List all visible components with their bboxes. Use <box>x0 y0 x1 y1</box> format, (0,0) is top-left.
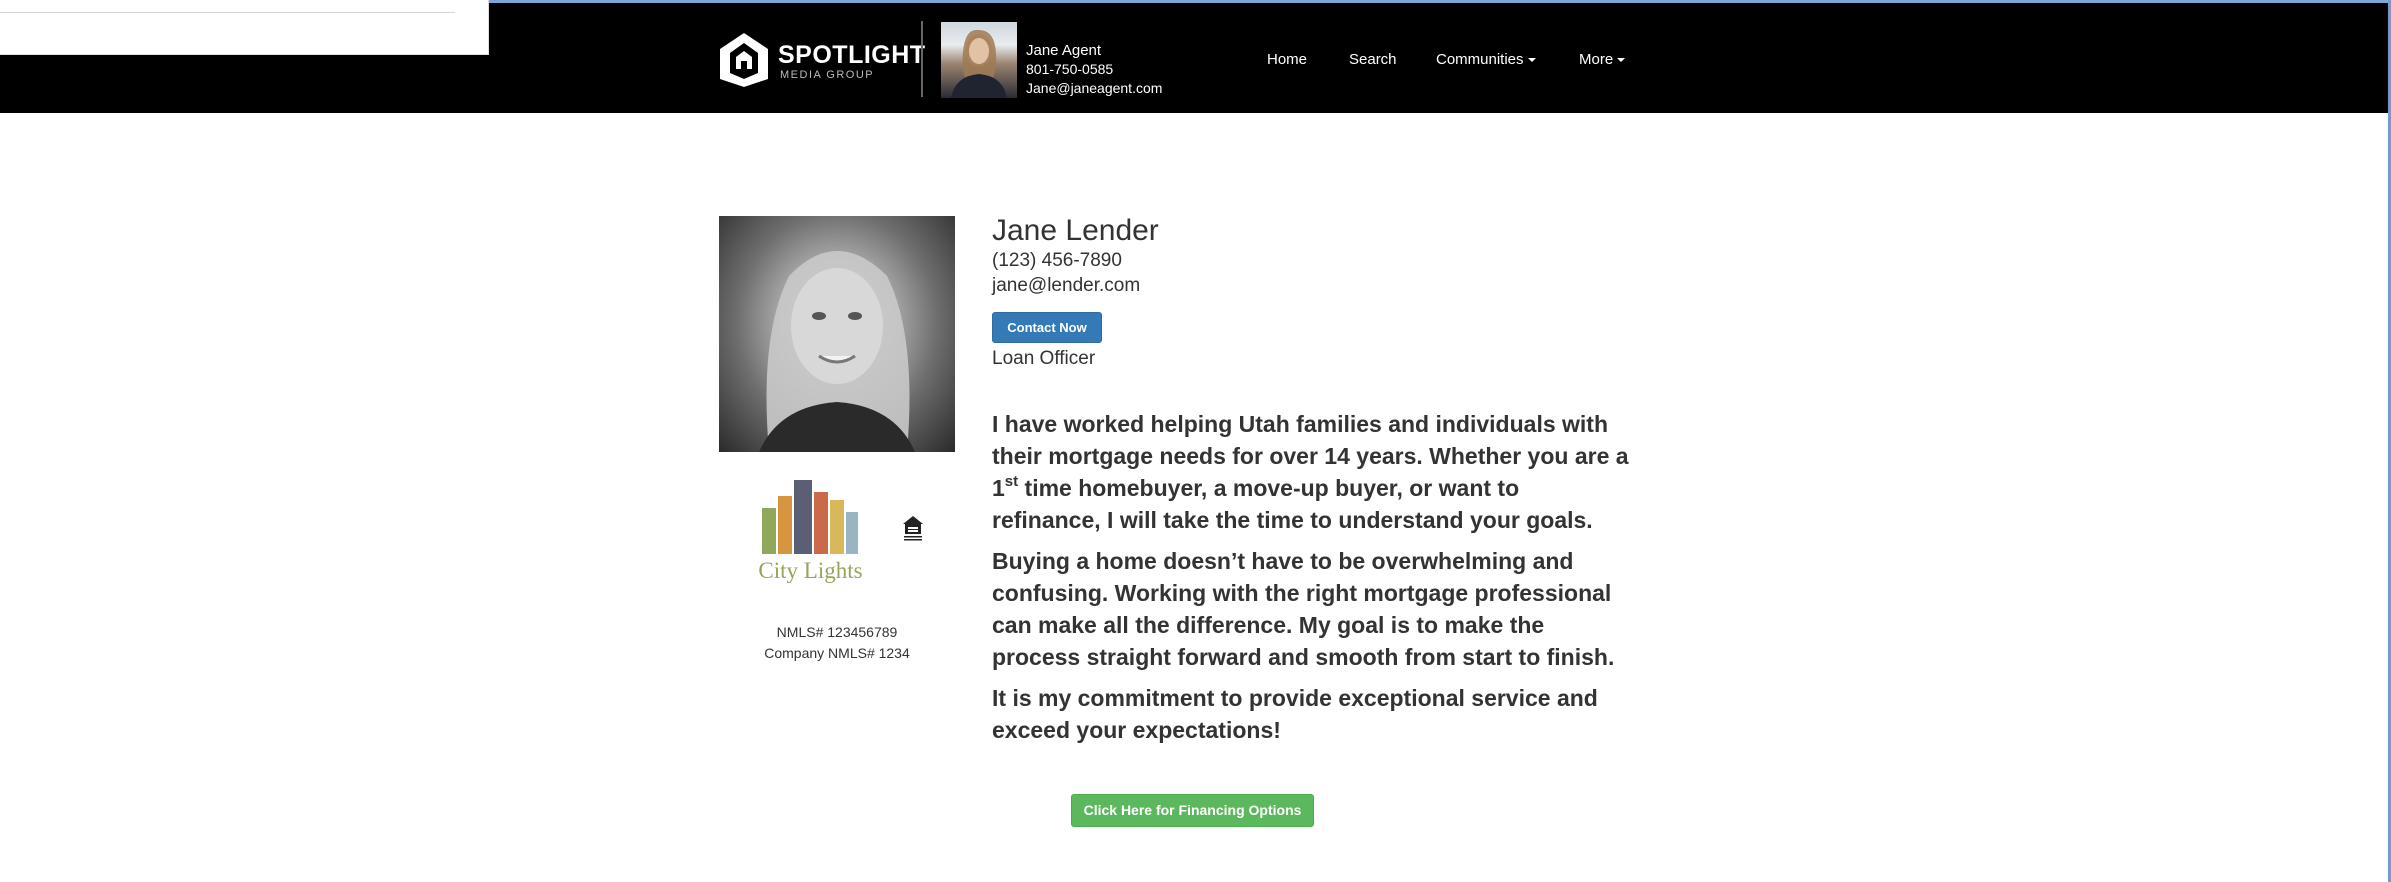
nmls-number: NMLS# 123456789 <box>776 624 898 640</box>
brand-name: SPOTLIGHT <box>778 41 926 69</box>
nav-search[interactable]: Search <box>1349 51 1397 68</box>
agent-name: Jane Agent <box>1026 42 1102 59</box>
lender-phone[interactable]: (123) 456-7890 <box>992 250 1122 272</box>
agent-contact-info: Jane Agent 801-750-0585 Jane@janeagent.c… <box>1026 41 1162 98</box>
lender-email[interactable]: jane@lender.com <box>992 275 1140 297</box>
lender-name: Jane Lender <box>992 214 1159 247</box>
lender-photo <box>719 216 955 452</box>
equal-housing-icon <box>902 515 924 541</box>
bio-p1-superscript: st <box>1004 473 1019 490</box>
lender-role: Loan Officer <box>992 348 1096 369</box>
bio-paragraph-3: It is my commitment to provide exception… <box>992 685 1598 743</box>
company-logo: City Lights <box>748 470 873 592</box>
nav-home-label: Home <box>1267 51 1308 68</box>
caret-down-icon <box>1617 58 1626 63</box>
lender-bio: I have worked helping Utah families and … <box>992 408 1632 755</box>
nav-communities-dropdown[interactable]: Communities <box>1436 51 1536 68</box>
financing-options-button[interactable]: Click Here for Financing Options <box>1071 794 1314 827</box>
contact-now-button[interactable]: Contact Now <box>992 312 1102 343</box>
navbar-divider <box>921 21 923 97</box>
caret-down-icon <box>1527 58 1536 63</box>
nav-home[interactable]: Home <box>1267 51 1307 68</box>
nav-more-label: More <box>1579 51 1614 68</box>
bio-paragraph-2: Buying a home doesn’t have to be overwhe… <box>992 548 1615 670</box>
overlay-panel <box>0 0 489 55</box>
panel-divider <box>0 12 455 13</box>
brand-logo[interactable]: SPOTLIGHT MEDIA GROUP <box>718 31 925 89</box>
nav-more-dropdown[interactable]: More <box>1579 51 1626 68</box>
nav-search-label: Search <box>1349 51 1397 68</box>
brand-tagline: MEDIA GROUP <box>780 69 875 81</box>
nmls-info: NMLS# 123456789 Company NMLS# 1234 <box>719 622 955 664</box>
house-logo-icon <box>720 33 768 87</box>
agent-email[interactable]: Jane@janeagent.com <box>1026 79 1162 98</box>
agent-phone[interactable]: 801-750-0585 <box>1026 60 1162 79</box>
bio-paragraph-1: I have worked helping Utah families and … <box>992 408 1632 536</box>
nav-communities-label: Communities <box>1436 51 1524 68</box>
company-logo-text: City Lights <box>758 558 863 583</box>
company-nmls-number: Company NMLS# 1234 <box>764 645 910 661</box>
bio-p1-text-cont: time homebuyer, a move-up buyer, or want… <box>992 475 1593 533</box>
agent-avatar <box>941 22 1017 98</box>
